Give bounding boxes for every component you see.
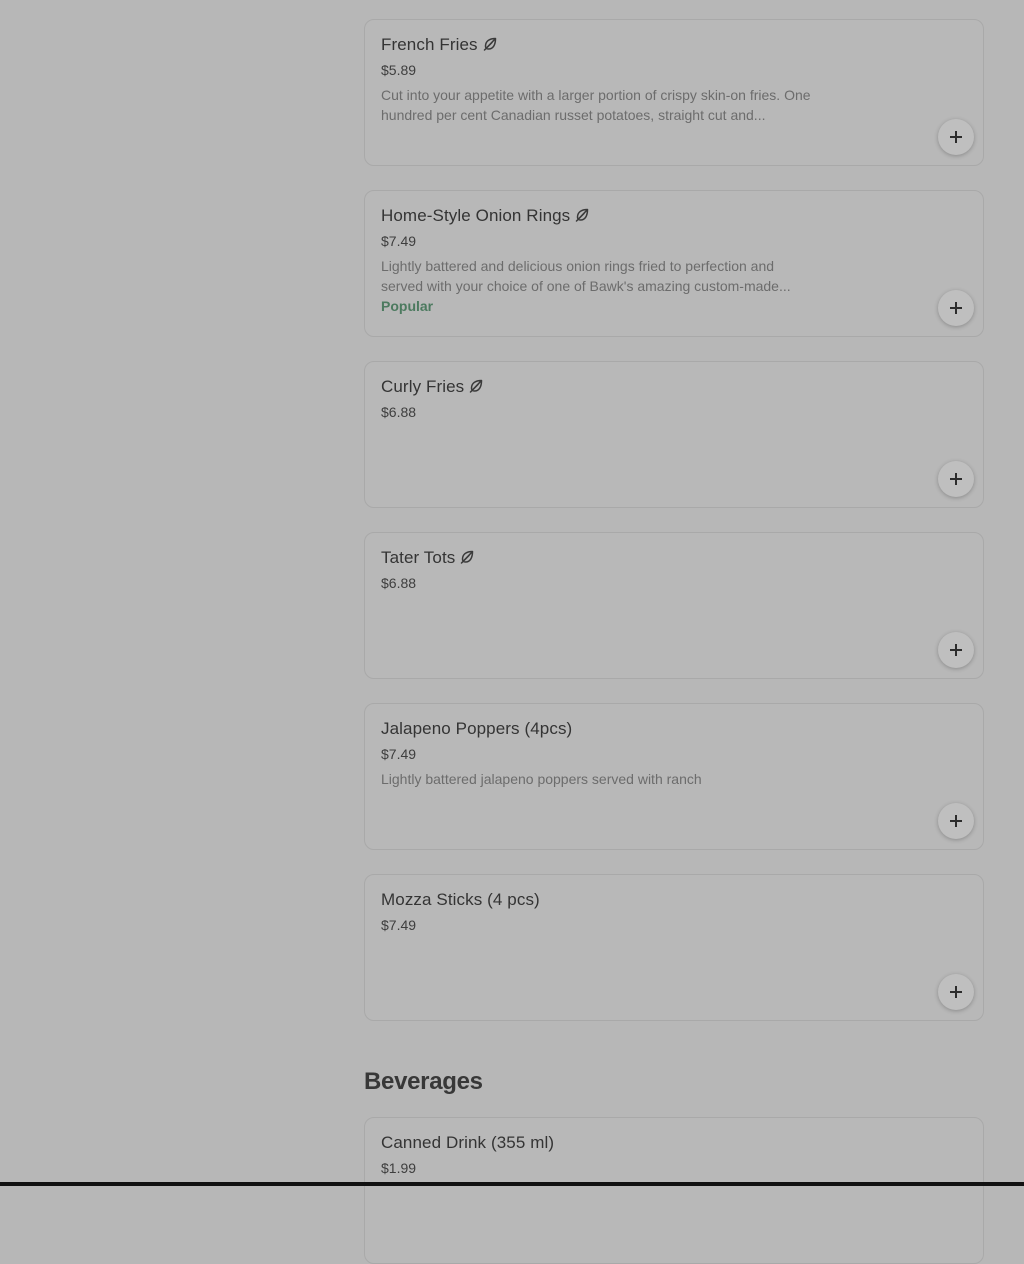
menu-item-card[interactable]: Canned Drink (355 ml) $1.99 (364, 1117, 984, 1264)
add-to-cart-button[interactable] (938, 803, 974, 839)
item-name: Mozza Sticks (4 pcs) (381, 890, 540, 909)
item-name-row: Mozza Sticks (4 pcs) (381, 890, 540, 910)
item-description: Lightly battered jalapeno poppers served… (381, 771, 702, 787)
item-name-row: Jalapeno Poppers (4pcs) (381, 719, 572, 739)
menu-item-card[interactable]: Mozza Sticks (4 pcs) $7.49 (364, 874, 984, 1021)
item-name: Canned Drink (355 ml) (381, 1133, 555, 1152)
item-name: Curly Fries (381, 377, 465, 396)
item-name: Tater Tots (381, 548, 456, 567)
menu-item-card[interactable]: French Fries $5.89 Cut into your appetit… (364, 19, 984, 166)
leaf-icon (483, 37, 497, 51)
item-description: Lightly battered and delicious onion rin… (381, 258, 791, 294)
item-price: $7.49 (381, 917, 417, 933)
menu-item-card[interactable]: Curly Fries $6.88 (364, 361, 984, 508)
item-name-row: Curly Fries (381, 377, 483, 397)
menu-item-card[interactable]: Home-Style Onion Rings $7.49 Lightly bat… (364, 190, 984, 337)
menu-item-card[interactable]: Tater Tots $6.88 (364, 532, 984, 679)
plus-icon (950, 473, 962, 485)
item-name-row: Canned Drink (355 ml) (381, 1133, 554, 1153)
leaf-icon (460, 550, 474, 564)
plus-icon (950, 644, 962, 656)
plus-icon (950, 131, 962, 143)
bottom-edge-bar (0, 1182, 1024, 1186)
item-price: $7.49 (381, 746, 417, 762)
item-price: $6.88 (381, 575, 417, 591)
item-name: French Fries (381, 35, 478, 54)
item-price: $6.88 (381, 404, 417, 420)
add-to-cart-button[interactable] (938, 461, 974, 497)
section-heading-beverages: Beverages (364, 1068, 483, 1095)
menu-item-card[interactable]: Jalapeno Poppers (4pcs) $7.49 Lightly ba… (364, 703, 984, 850)
plus-icon (950, 986, 962, 998)
add-to-cart-button[interactable] (938, 974, 974, 1010)
item-name-row: French Fries (381, 35, 497, 55)
item-name-row: Tater Tots (381, 548, 474, 568)
item-name-row: Home-Style Onion Rings (381, 206, 589, 226)
item-name: Home-Style Onion Rings (381, 206, 571, 225)
item-price: $5.89 (381, 62, 417, 78)
add-to-cart-button[interactable] (938, 632, 974, 668)
item-name: Jalapeno Poppers (4pcs) (381, 719, 573, 738)
leaf-icon (469, 379, 483, 393)
popular-badge: Popular (381, 298, 434, 314)
item-price: $7.49 (381, 233, 417, 249)
item-price: $1.99 (381, 1160, 417, 1176)
add-to-cart-button[interactable] (938, 119, 974, 155)
add-to-cart-button[interactable] (938, 290, 974, 326)
plus-icon (950, 302, 962, 314)
plus-icon (950, 815, 962, 827)
leaf-icon (575, 208, 589, 222)
item-description: Cut into your appetite with a larger por… (381, 87, 811, 123)
